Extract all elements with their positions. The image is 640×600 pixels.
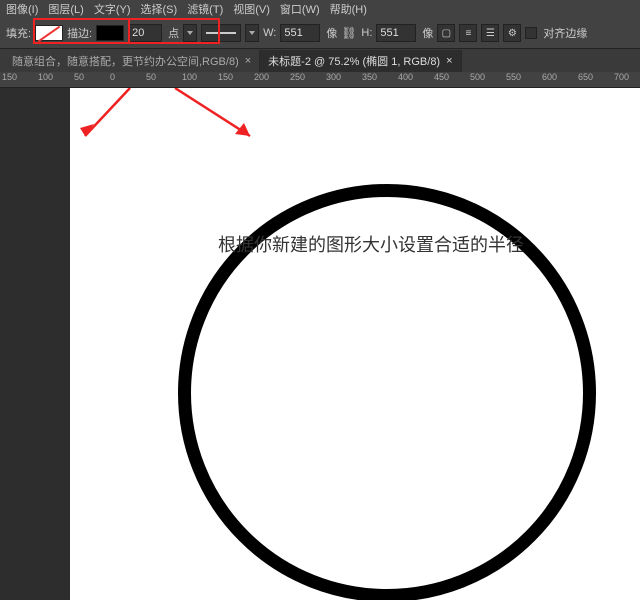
- ruler-tick: 100: [38, 72, 53, 82]
- ruler-horizontal: 150 100 50 0 50 100 150 200 250 300 350 …: [0, 72, 640, 88]
- stroke-style-picker[interactable]: [201, 24, 241, 42]
- shape-combine-button[interactable]: ▢: [437, 24, 455, 42]
- stroke-label: 描边:: [67, 25, 92, 41]
- w-unit: 像: [326, 25, 337, 41]
- align-edges-label: 对齐边缘: [543, 25, 587, 41]
- menu-item[interactable]: 文字(Y): [94, 1, 131, 17]
- menu-item[interactable]: 窗口(W): [280, 1, 320, 17]
- width-input[interactable]: [280, 24, 320, 42]
- ruler-tick: 100: [182, 72, 197, 82]
- arrange-button[interactable]: ☰: [481, 24, 499, 42]
- tab-label: 随意组合，随意搭配，更节约办公空间,RGB/8): [12, 53, 239, 69]
- gear-icon[interactable]: ⚙: [503, 24, 521, 42]
- ruler-tick: 450: [434, 72, 449, 82]
- canvas[interactable]: [70, 88, 640, 600]
- menu-item[interactable]: 视图(V): [233, 1, 270, 17]
- menu-item[interactable]: 帮助(H): [330, 1, 367, 17]
- close-icon[interactable]: ×: [446, 55, 452, 67]
- menu-item[interactable]: 图像(I): [6, 1, 38, 17]
- stroke-unit: 点: [168, 25, 179, 41]
- chevron-down-icon: [187, 31, 193, 35]
- close-icon[interactable]: ×: [245, 55, 251, 67]
- ruler-tick: 150: [2, 72, 17, 82]
- document-tabs: 随意组合，随意搭配，更节约办公空间,RGB/8) × 未标题-2 @ 75.2%…: [0, 48, 640, 72]
- fill-swatch[interactable]: [35, 25, 63, 41]
- ruler-tick: 50: [146, 72, 156, 82]
- w-label: W:: [263, 27, 276, 39]
- menu-item[interactable]: 图层(L): [48, 1, 83, 17]
- stroke-style-dropdown[interactable]: [245, 24, 259, 42]
- ruler-tick: 650: [578, 72, 593, 82]
- chevron-down-icon: [249, 31, 255, 35]
- height-input[interactable]: [376, 24, 416, 42]
- h-unit: 像: [422, 25, 433, 41]
- align-button[interactable]: ≡: [459, 24, 477, 42]
- options-bar: 填充: 描边: 点 W: 像 ⛓ H: 像 ▢ ≡ ☰ ⚙ 对齐边缘: [0, 18, 640, 48]
- ruler-tick: 600: [542, 72, 557, 82]
- menu-item[interactable]: 选择(S): [141, 1, 178, 17]
- document-tab[interactable]: 随意组合，随意搭配，更节约办公空间,RGB/8) ×: [4, 50, 260, 72]
- ruler-tick: 250: [290, 72, 305, 82]
- ruler-tick: 150: [218, 72, 233, 82]
- ruler-tick: 350: [362, 72, 377, 82]
- fill-label: 填充:: [6, 25, 31, 41]
- align-edges-checkbox[interactable]: [525, 27, 537, 39]
- tab-label: 未标题-2 @ 75.2% (椭圆 1, RGB/8): [268, 53, 440, 69]
- link-icon[interactable]: ⛓: [341, 26, 355, 40]
- ruler-tick: 300: [326, 72, 341, 82]
- ruler-tick: 500: [470, 72, 485, 82]
- ruler-tick: 550: [506, 72, 521, 82]
- annotation-text: 根据你新建的图形大小设置合适的半径: [218, 231, 524, 257]
- ruler-tick: 50: [74, 72, 84, 82]
- workspace: 根据你新建的图形大小设置合适的半径: [0, 88, 640, 600]
- ruler-tick: 200: [254, 72, 269, 82]
- document-tab-active[interactable]: 未标题-2 @ 75.2% (椭圆 1, RGB/8) ×: [260, 50, 461, 72]
- ruler-tick: 0: [110, 72, 115, 82]
- h-label: H:: [361, 27, 372, 39]
- ruler-tick: 700: [614, 72, 629, 82]
- ruler-tick: 400: [398, 72, 413, 82]
- stroke-width-input[interactable]: [128, 24, 162, 42]
- menubar: 图像(I) 图层(L) 文字(Y) 选择(S) 滤镜(T) 视图(V) 窗口(W…: [0, 0, 640, 18]
- stroke-swatch[interactable]: [96, 25, 124, 41]
- stroke-width-dropdown[interactable]: [183, 24, 197, 42]
- menu-item[interactable]: 滤镜(T): [187, 1, 223, 17]
